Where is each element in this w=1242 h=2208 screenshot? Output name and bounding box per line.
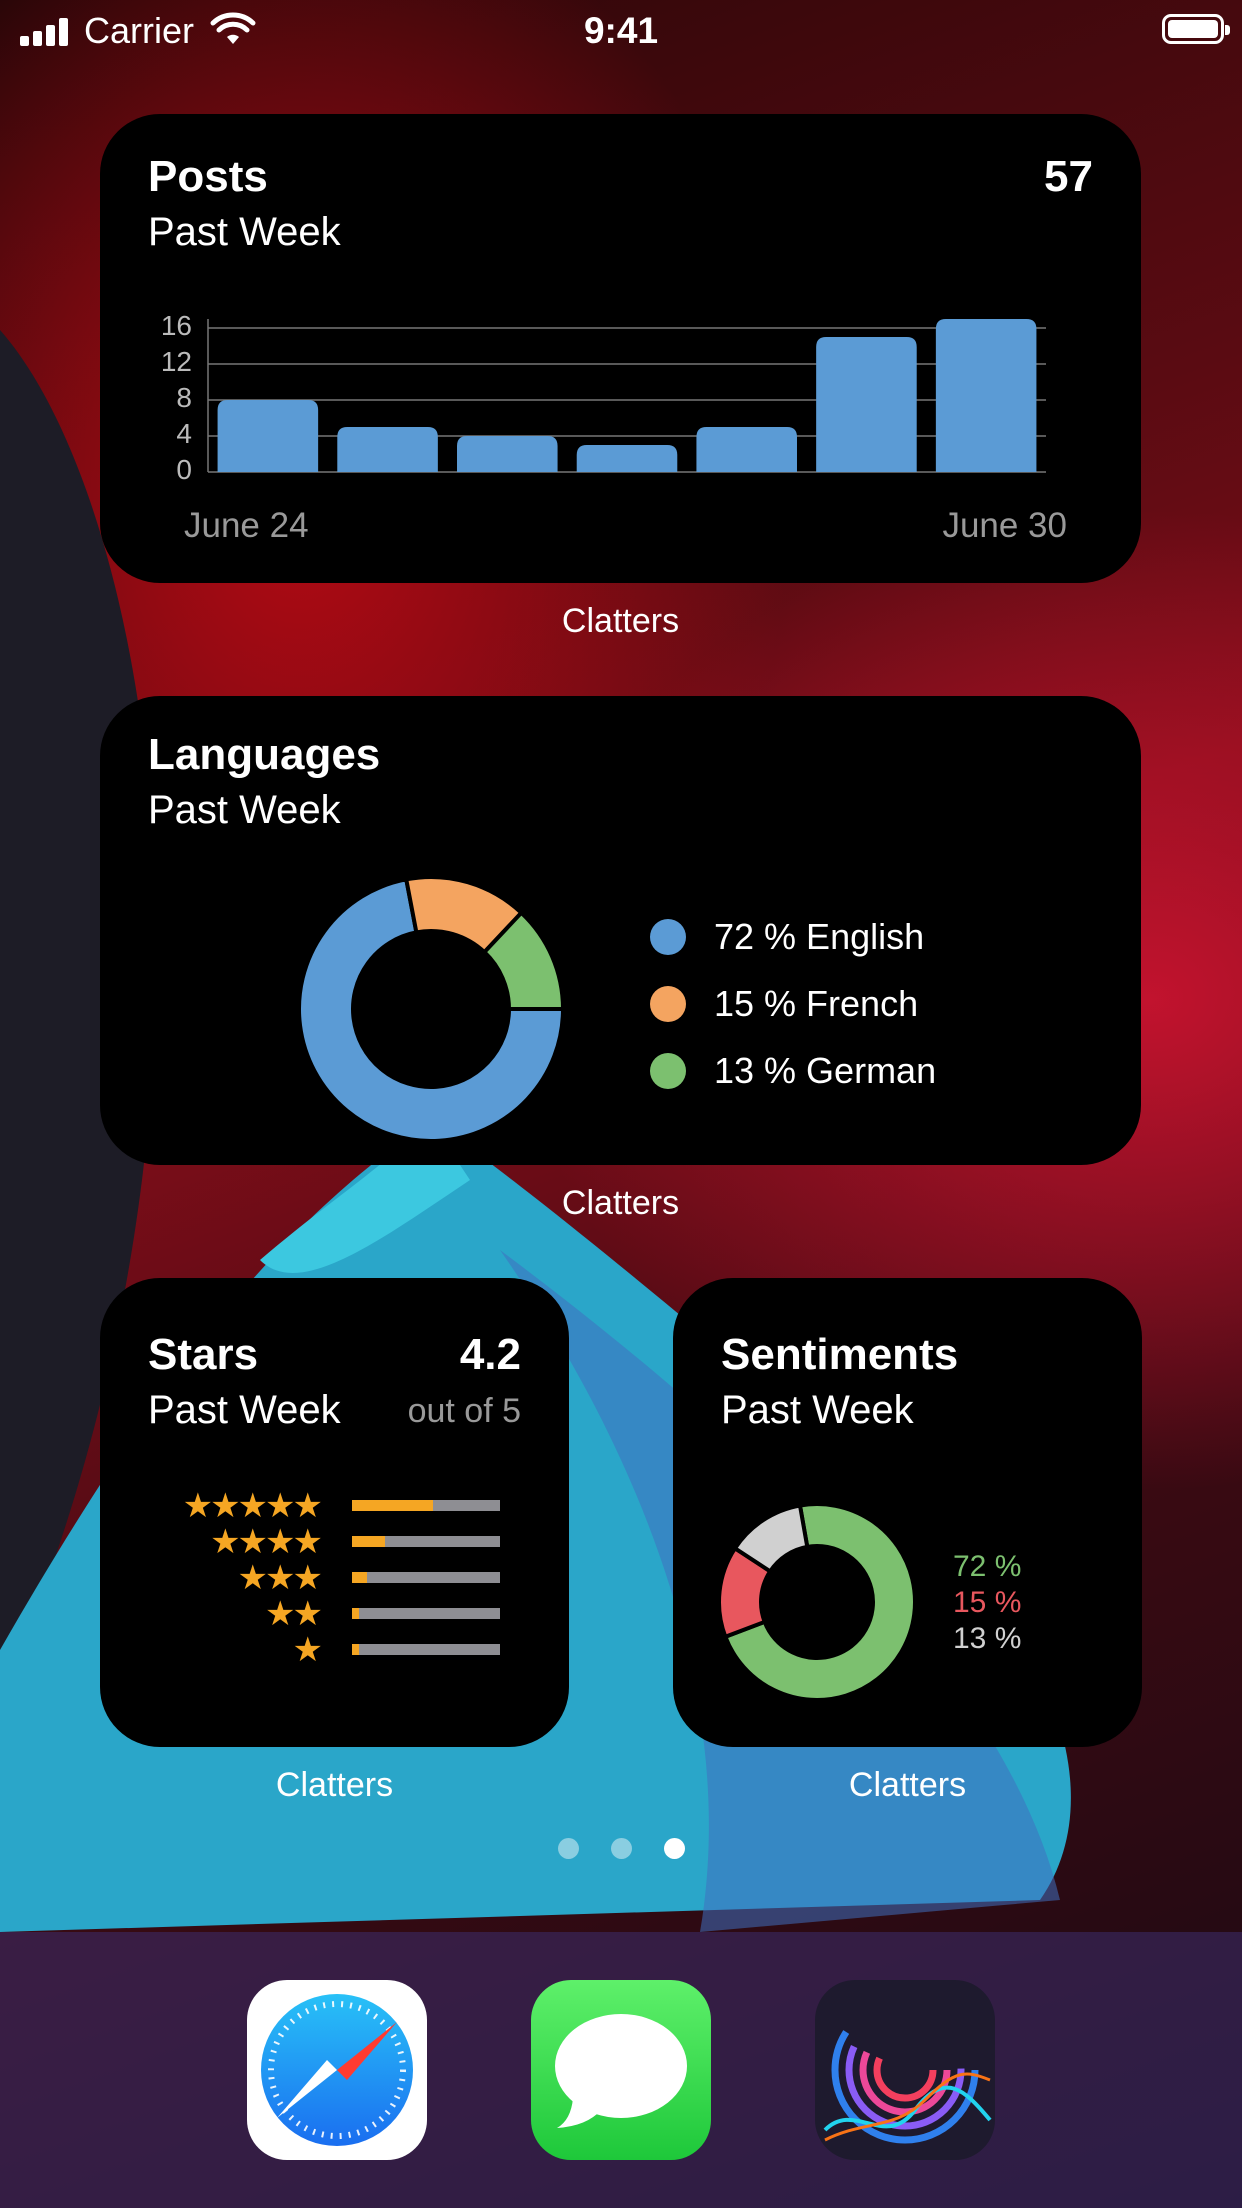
start-date: June 24 — [184, 506, 309, 545]
sentiment-positive-value: 72 % — [953, 1550, 1022, 1583]
sentiment-negative-value: 15 % — [953, 1586, 1022, 1619]
messages-app-icon[interactable] — [531, 1980, 711, 2160]
sentiments-widget[interactable]: Sentiments Past Week 72 % 15 % 13 % — [673, 1278, 1142, 1747]
clock-time: 9:41 — [583, 10, 659, 51]
star-rating-icons: ★★★★ — [210, 1523, 323, 1561]
star-rating-icons: ★★ — [265, 1595, 323, 1633]
star-distribution-fill — [352, 1500, 434, 1511]
sentiments-subtitle: Past Week — [721, 1388, 914, 1432]
legend-dot-icon — [650, 986, 686, 1022]
star-distribution-fill — [352, 1644, 360, 1655]
page-dot-2[interactable] — [610, 1838, 632, 1859]
sentiment-neutral-value: 13 % — [953, 1622, 1022, 1655]
bar — [337, 427, 438, 472]
end-date: June 30 — [942, 506, 1067, 545]
posts-widget[interactable]: Posts 57 Past Week 16 12 8 4 0 June 24 J… — [100, 114, 1141, 583]
star-rating-icons: ★ — [292, 1631, 323, 1669]
clatters-app-icon[interactable] — [815, 1980, 995, 2160]
stars-app-label: Clatters — [275, 1766, 394, 1804]
star-rating-icons: ★★★★★ — [182, 1487, 323, 1525]
page-indicator[interactable] — [0, 1838, 1242, 1859]
bar — [816, 337, 917, 472]
page-dot-3[interactable] — [663, 1838, 685, 1859]
sentiments-app-label: Clatters — [848, 1766, 967, 1804]
languages-widget[interactable]: Languages Past Week 72 % English 15 % Fr… — [100, 696, 1141, 1165]
stars-subtitle: Past Week — [148, 1388, 341, 1432]
star-distribution-fill — [352, 1572, 367, 1583]
stars-title: Stars — [148, 1330, 259, 1379]
stars-rating: 4.2 — [459, 1330, 521, 1379]
sentiments-donut-chart — [717, 1502, 917, 1702]
status-bar: Carrier 9:41 — [0, 0, 1242, 62]
battery-icon — [1162, 14, 1230, 44]
star-distribution-bar — [352, 1608, 500, 1619]
star-distribution-fill — [352, 1608, 360, 1619]
stars-widget[interactable]: Stars 4.2 Past Week out of 5 ★★★★★ ★★★★ ★★… — [100, 1278, 569, 1747]
legend-french: 15 % French — [650, 983, 918, 1025]
legend-dot-icon — [650, 919, 686, 955]
languages-subtitle: Past Week — [148, 788, 341, 832]
star-distribution-fill — [352, 1536, 385, 1547]
star-distribution-bar — [352, 1572, 500, 1583]
stars-rating-scale: out of 5 — [407, 1392, 521, 1430]
bar — [935, 319, 1037, 472]
star-distribution-bar — [352, 1536, 500, 1547]
languages-title: Languages — [148, 730, 381, 779]
star-distribution-bar — [352, 1500, 500, 1511]
sentiments-title: Sentiments — [721, 1330, 959, 1379]
bar — [576, 445, 678, 472]
legend-german: 13 % German — [650, 1050, 936, 1092]
clatters-logo-icon — [823, 1996, 992, 2144]
bar — [457, 436, 558, 472]
languages-donut-chart — [297, 875, 566, 1143]
languages-app-label: Clatters — [561, 1184, 680, 1222]
star-rating-icons: ★★★ — [237, 1559, 323, 1597]
legend-english: 72 % English — [650, 916, 924, 958]
posts-app-label: Clatters — [561, 602, 680, 640]
speech-bubble-icon — [555, 2014, 687, 2128]
bar — [217, 400, 319, 472]
bar — [696, 427, 797, 472]
page-dot-1[interactable] — [557, 1838, 579, 1859]
safari-app-icon[interactable] — [247, 1980, 427, 2160]
legend-dot-icon — [650, 1053, 686, 1089]
star-distribution-bar — [352, 1644, 500, 1655]
compass-icon — [261, 1994, 413, 2146]
